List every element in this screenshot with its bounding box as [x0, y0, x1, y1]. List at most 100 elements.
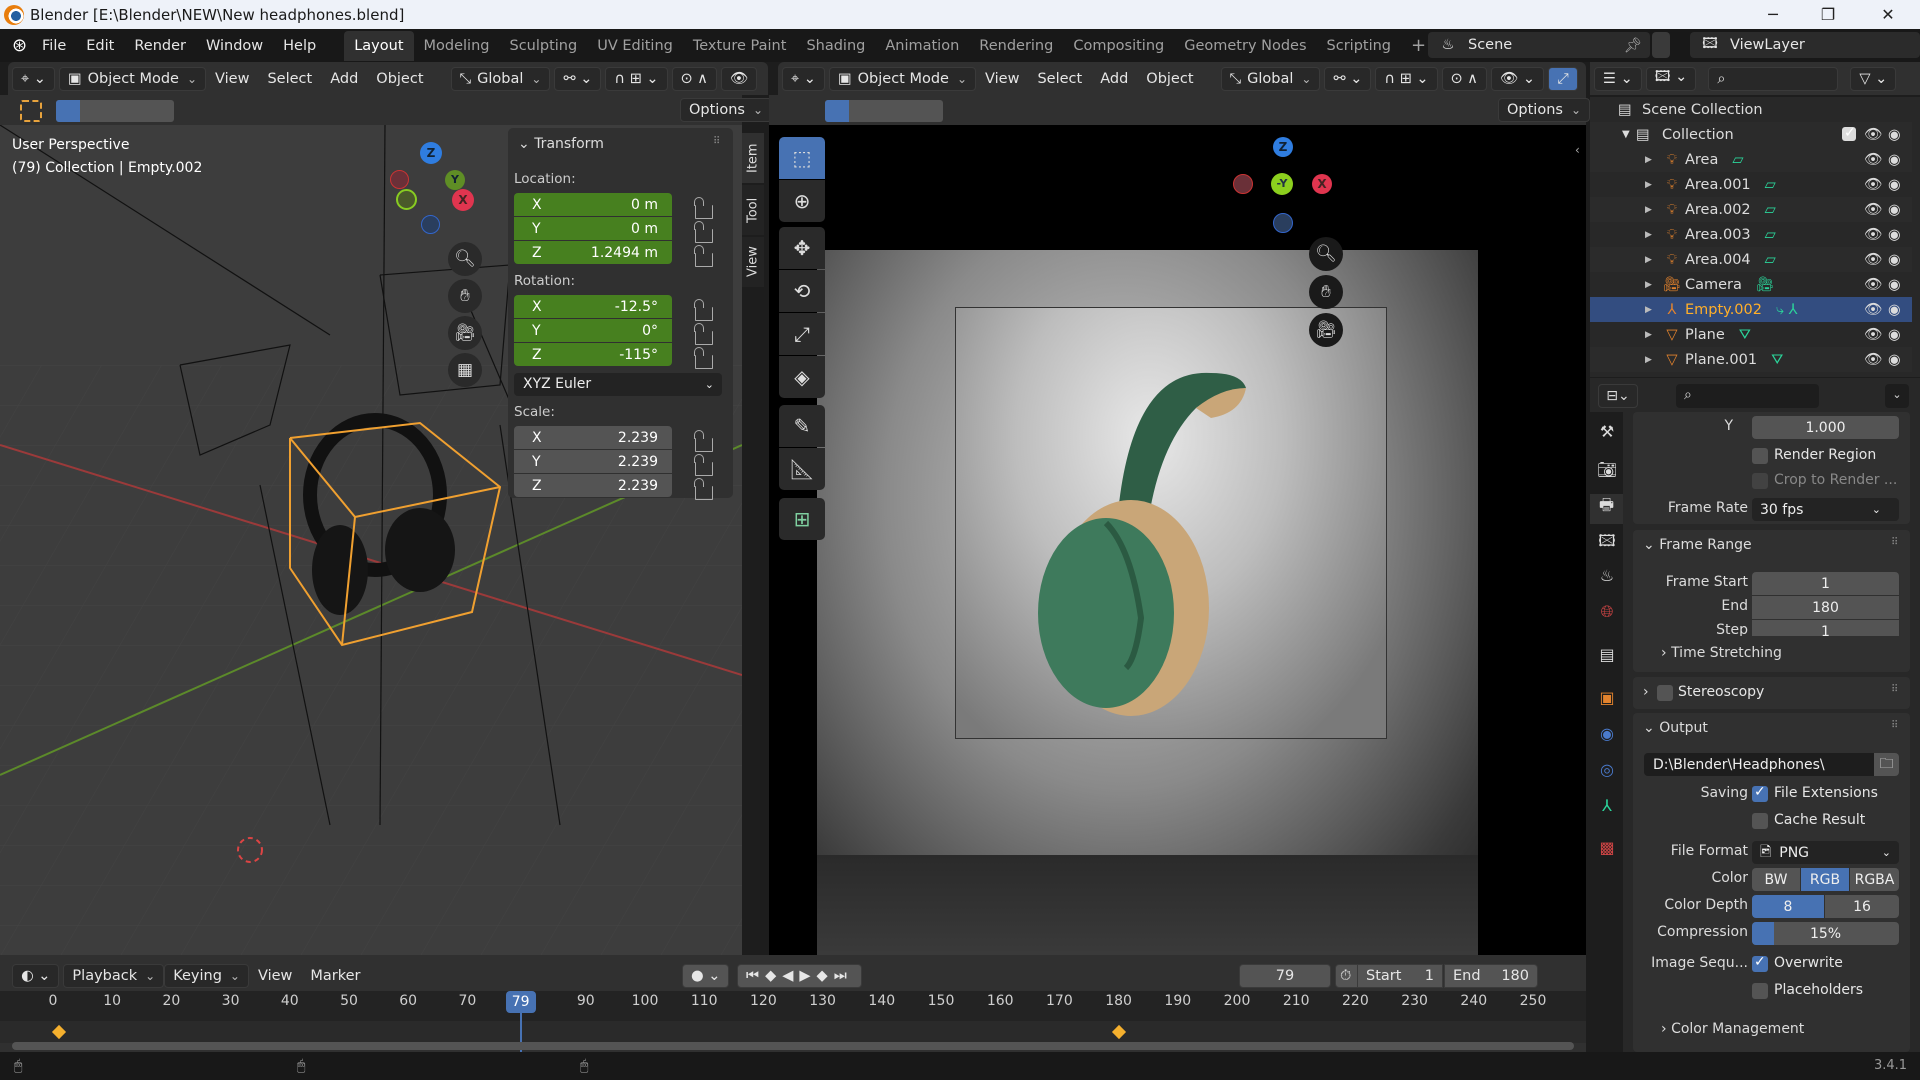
output-header[interactable]: ⌄ Output — [1643, 720, 1708, 736]
editor-type-button[interactable]: ⌖ ⌄ — [12, 66, 55, 91]
expand-icon[interactable]: ▶ — [1645, 280, 1659, 290]
scene-tab-icon[interactable]: ♨ — [1596, 566, 1618, 588]
select-tool-icon[interactable] — [20, 100, 42, 122]
overwrite-checkbox[interactable] — [1752, 954, 1768, 972]
close-button[interactable]: ✕ — [1865, 0, 1911, 29]
orientation-dropdown[interactable]: ⤡ Global — [1220, 66, 1321, 91]
select-box-tool-icon[interactable]: ⬚ — [779, 137, 825, 179]
outliner-collection[interactable]: ▼ ▤ Collection 👁︎ ◉ — [1590, 122, 1912, 147]
stereoscopy-expand-icon[interactable]: › — [1643, 684, 1649, 700]
render-camera-icon[interactable]: ◉ — [1888, 302, 1901, 318]
proportional-edit-toggle[interactable]: ⊙ ∧ — [671, 66, 717, 91]
pan-hand-icon[interactable]: ✋︎ — [448, 279, 482, 313]
tab-compositing[interactable]: Compositing — [1063, 31, 1174, 61]
eye-icon[interactable]: 👁︎ — [1864, 301, 1882, 318]
sidebar-tab-tool[interactable]: Tool — [742, 185, 764, 235]
tab-uv-editing[interactable]: UV Editing — [587, 31, 683, 61]
gizmo-x-axis[interactable]: X — [1312, 174, 1332, 194]
menu-add[interactable]: Add — [321, 71, 367, 87]
location-z-field[interactable]: Z 1.2494 m — [514, 241, 672, 264]
lock-icon[interactable] — [694, 430, 713, 452]
render-camera-icon[interactable]: ◉ — [1888, 352, 1901, 368]
rotation-mode-dropdown[interactable]: XYZ Euler ⌄ — [514, 373, 722, 396]
expand-icon[interactable]: ▶ — [1645, 255, 1659, 265]
menu-help[interactable]: Help — [273, 38, 326, 54]
drag-handle-icon[interactable]: ⠿ — [713, 136, 720, 147]
keying-menu[interactable]: Keying — [164, 964, 249, 988]
lock-icon[interactable] — [694, 299, 713, 321]
outliner-item[interactable]: ▶ ▽ Plane.001 ⛛ 👁︎ ◉ — [1590, 347, 1912, 372]
render-camera-icon[interactable]: ◉ — [1888, 152, 1901, 168]
display-mode-dropdown[interactable]: 🖾 ⌄ — [1645, 66, 1697, 91]
eye-icon[interactable]: 👁︎ — [1864, 151, 1882, 168]
lock-icon[interactable] — [694, 323, 713, 345]
light-data-icon[interactable]: ▱ — [1765, 202, 1776, 218]
scene-selector[interactable]: ♨ Scene 📌︎ — [1428, 32, 1650, 58]
sidebar-tab-view[interactable]: View — [742, 237, 764, 287]
empty-data-icon[interactable]: ⤷ ⅄ — [1776, 302, 1798, 318]
outliner-item[interactable]: ▶ ⅄ Empty.002 ⤷ ⅄ 👁︎ ◉ — [1590, 297, 1912, 322]
folder-icon[interactable]: 🗀 — [1874, 753, 1899, 776]
eye-icon[interactable]: 👁︎ — [1864, 276, 1882, 293]
playhead-frame-badge[interactable]: 79 — [505, 991, 536, 1013]
render-camera-icon[interactable]: ◉ — [1888, 127, 1901, 143]
menu-object[interactable]: Object — [1137, 71, 1202, 87]
outliner-item[interactable]: ▶ 🎥︎ Camera 🎥︎ 👁︎ ◉ — [1590, 272, 1912, 297]
eye-icon[interactable]: 👁︎ — [1864, 326, 1882, 343]
gizmo-z-axis[interactable]: Z — [420, 142, 442, 164]
menu-render[interactable]: Render — [124, 38, 196, 54]
placeholders-checkbox[interactable] — [1752, 983, 1768, 999]
gizmo-neg-y[interactable] — [396, 189, 417, 210]
frame-end-field[interactable]: 180 — [1752, 596, 1899, 619]
camera-view-icon[interactable]: 🎥︎ — [1309, 313, 1343, 347]
color-management-header[interactable]: › Color Management — [1661, 1021, 1804, 1037]
orientation-dropdown[interactable]: ⤡ Global — [450, 66, 551, 91]
menu-window[interactable]: Window — [196, 38, 273, 54]
menu-file[interactable]: File — [32, 38, 76, 54]
expand-icon[interactable]: ▼ — [1622, 129, 1636, 140]
gizmo-toggle[interactable]: ⤢ — [1548, 66, 1578, 91]
pin-icon[interactable]: 📌︎ — [1624, 37, 1642, 54]
render-camera-icon[interactable]: ◉ — [1888, 227, 1901, 243]
light-data-icon[interactable]: ▱ — [1765, 227, 1776, 243]
end-frame-field[interactable]: End 180 — [1444, 964, 1538, 988]
gizmo-neg-y-axis[interactable]: -Y — [1271, 173, 1293, 195]
select-invert-icon[interactable] — [128, 100, 152, 122]
color-depth-8-button[interactable]: 8 — [1752, 895, 1824, 918]
rotation-y-field[interactable]: Y 0° — [514, 319, 672, 342]
expand-icon[interactable]: ▶ — [1645, 205, 1659, 215]
render-camera-icon[interactable]: ◉ — [1888, 202, 1901, 218]
blender-menu-icon[interactable]: ⊛ — [12, 35, 32, 56]
frame-rate-dropdown[interactable]: 30 fps ⌄ — [1752, 498, 1899, 521]
aspect-y-field[interactable]: 1.000 — [1752, 416, 1899, 439]
color-rgb-button[interactable]: RGB — [1801, 868, 1849, 891]
properties-search-input[interactable]: ⌕ — [1676, 384, 1819, 408]
select-invert-icon[interactable] — [897, 100, 921, 122]
location-x-field[interactable]: X0 m — [514, 193, 672, 216]
scale-y-field[interactable]: Y 2.239 — [514, 450, 672, 473]
snap-toggle[interactable]: ∩ ⊞ ⌄ — [1375, 66, 1438, 91]
outliner-item[interactable]: ▶ ▽ Plane ⛛ 👁︎ ◉ — [1590, 322, 1912, 347]
current-frame-field[interactable]: 79 — [1239, 964, 1331, 988]
outliner-item[interactable]: ▶ 💡︎ Area ▱ 👁︎ ◉ — [1590, 147, 1912, 172]
eye-icon[interactable]: 👁︎ — [1864, 176, 1882, 193]
pan-hand-icon[interactable]: ✋︎ — [1309, 275, 1343, 309]
world-tab-icon[interactable]: 🌐︎ — [1596, 602, 1618, 624]
menu-add[interactable]: Add — [1091, 71, 1137, 87]
mode-dropdown[interactable]: ▣ Object Mode — [828, 66, 977, 91]
object-data-tab-icon[interactable]: ⅄ — [1596, 796, 1618, 818]
menu-view[interactable]: View — [976, 71, 1028, 87]
tab-scripting[interactable]: Scripting — [1317, 31, 1401, 61]
measure-tool-icon[interactable]: 📐︎ — [779, 448, 825, 490]
color-bw-button[interactable]: BW — [1752, 868, 1800, 891]
eye-icon[interactable]: 👁︎ — [1864, 351, 1882, 368]
rotation-x-field[interactable]: X -12.5° — [514, 295, 672, 318]
new-scene-button[interactable] — [1652, 32, 1670, 58]
transform-tool-icon[interactable]: ◈ — [779, 356, 825, 398]
lock-icon[interactable] — [694, 245, 713, 267]
lock-icon[interactable] — [694, 454, 713, 476]
frame-range-header[interactable]: ⌄ Frame Range — [1643, 537, 1752, 553]
outliner-item[interactable]: ▶ 💡︎ Area.004 ▱ 👁︎ ◉ — [1590, 247, 1912, 272]
light-data-icon[interactable]: ▱ — [1765, 252, 1776, 268]
render-region-checkbox[interactable] — [1752, 448, 1768, 464]
